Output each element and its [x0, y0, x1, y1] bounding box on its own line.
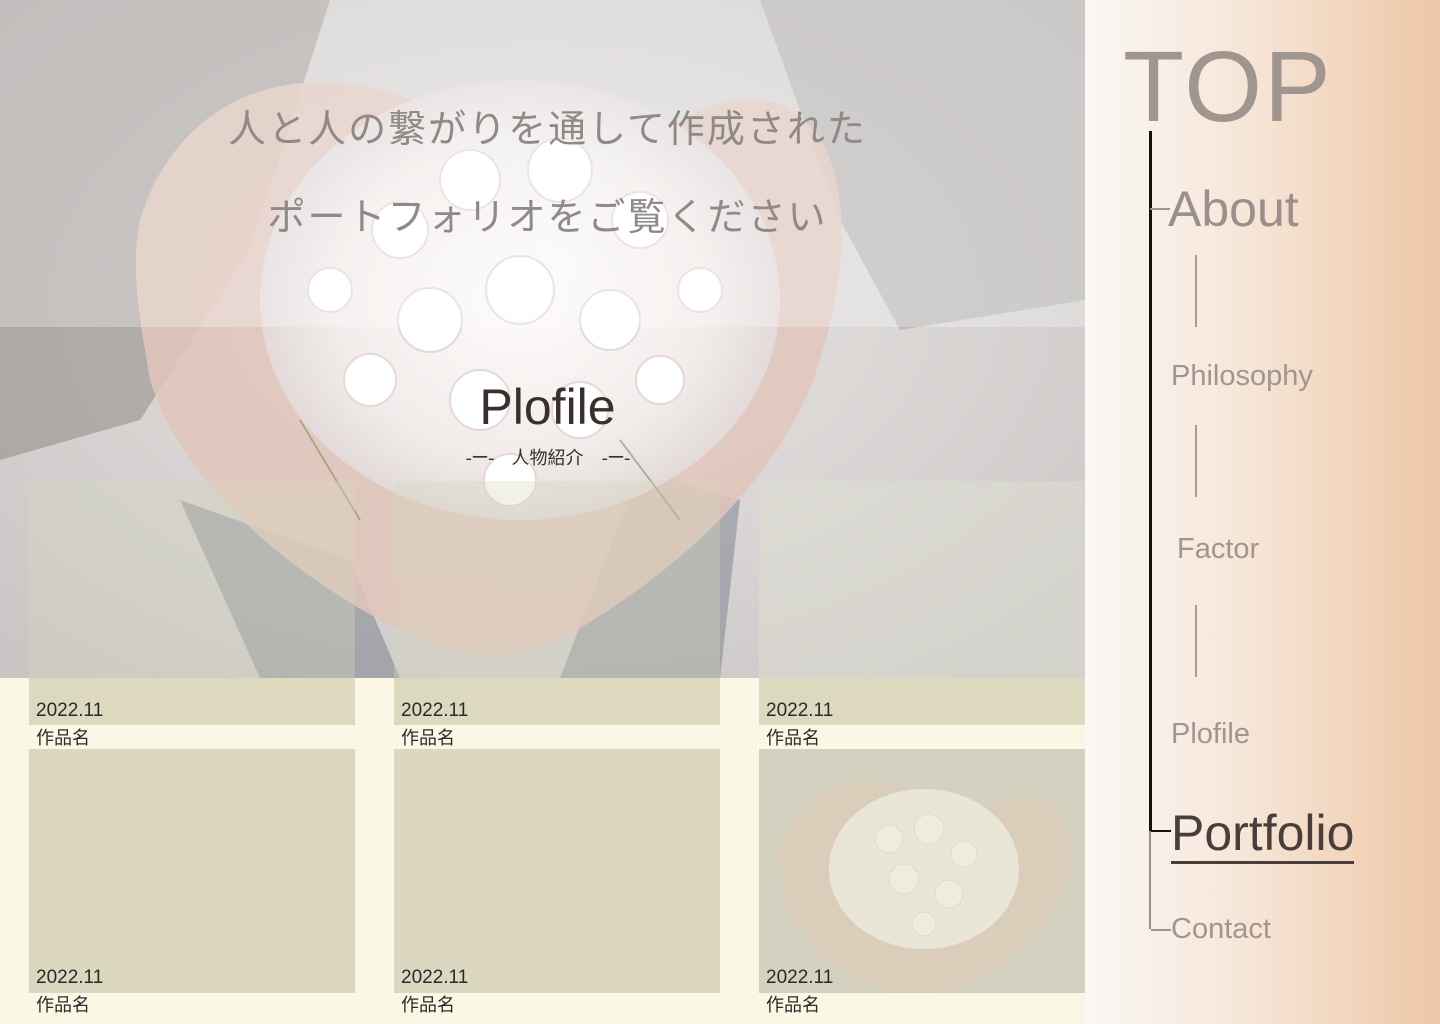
nav-divider — [1195, 255, 1197, 327]
work-thumbnail-image — [759, 749, 1085, 993]
main-content: 人と人の繋がりを通して作成された ポートフォリオをご覧ください Plofile … — [0, 0, 1095, 1024]
work-thumbnail[interactable] — [394, 749, 720, 993]
work-card[interactable]: 2022.11 作品名 — [759, 749, 1085, 1017]
nav-item-portfolio-active[interactable]: Portfolio — [1171, 805, 1355, 864]
nav-timeline-line-faded — [1149, 831, 1151, 929]
work-card[interactable]: 2022.11 作品名 — [394, 481, 720, 749]
nav-top-link[interactable]: TOP — [1123, 30, 1333, 145]
nav-item-plofile[interactable]: Plofile — [1171, 718, 1250, 751]
work-card[interactable]: 2022.11 作品名 — [29, 481, 355, 749]
work-name[interactable]: 作品名 — [36, 991, 90, 1017]
work-date: 2022.11 — [36, 967, 104, 988]
work-card[interactable]: 2022.11 作品名 — [394, 749, 720, 1017]
portfolio-page: 人と人の繋がりを通して作成された ポートフォリオをご覧ください Plofile … — [0, 0, 1440, 1024]
work-name[interactable]: 作品名 — [766, 724, 820, 750]
work-name[interactable]: 作品名 — [36, 724, 90, 750]
hero-message: 人と人の繋がりを通して作成された ポートフォリオをご覧ください — [0, 0, 1095, 327]
hero-line-1: 人と人の繋がりを通して作成された — [228, 107, 867, 151]
section-subtitle: -ー- 人物紹介 -ー- — [0, 444, 1095, 470]
nav-timeline-line — [1149, 131, 1152, 831]
work-date: 2022.11 — [36, 700, 104, 721]
work-name[interactable]: 作品名 — [766, 991, 820, 1017]
work-thumbnail[interactable] — [29, 749, 355, 993]
work-date: 2022.11 — [401, 967, 469, 988]
work-thumbnail[interactable] — [759, 481, 1085, 725]
subtitle-dash-right: -ー- — [601, 448, 631, 469]
hero-line-2: ポートフォリオをご覧ください — [267, 195, 828, 239]
work-thumbnail[interactable] — [29, 481, 355, 725]
work-date: 2022.11 — [766, 967, 834, 988]
work-thumbnail[interactable] — [759, 749, 1085, 993]
work-date: 2022.11 — [401, 700, 469, 721]
nav-tick-contact — [1151, 929, 1171, 931]
subtitle-text: 人物紹介 — [511, 448, 584, 469]
nav-item-about[interactable]: About — [1168, 180, 1299, 238]
nav-item-factor[interactable]: Factor — [1177, 533, 1259, 566]
side-navigation: TOP About Philosophy Factor Plofile Port… — [1085, 0, 1440, 1024]
work-name[interactable]: 作品名 — [401, 991, 455, 1017]
subtitle-dash-left: -ー- — [465, 448, 495, 469]
work-name[interactable]: 作品名 — [401, 724, 455, 750]
section-title: Plofile — [479, 379, 616, 435]
nav-tick-portfolio — [1151, 830, 1171, 832]
work-thumbnail[interactable] — [394, 481, 720, 725]
nav-tick-about — [1150, 208, 1170, 210]
nav-item-philosophy[interactable]: Philosophy — [1171, 360, 1313, 393]
nav-divider — [1195, 605, 1197, 677]
work-card[interactable]: 2022.11 作品名 — [759, 481, 1085, 749]
work-date: 2022.11 — [766, 700, 834, 721]
nav-divider — [1195, 425, 1197, 497]
nav-item-contact[interactable]: Contact — [1171, 913, 1271, 946]
work-card[interactable]: 2022.11 作品名 — [29, 749, 355, 1017]
